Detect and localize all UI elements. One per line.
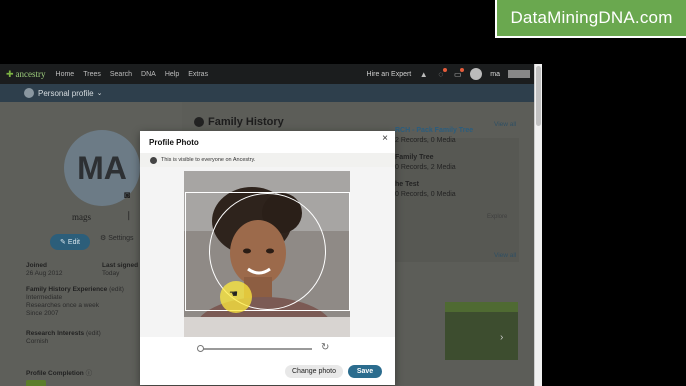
personal-profile-menu[interactable]: Personal profile: [38, 89, 94, 98]
joined-label: Joined: [26, 262, 47, 269]
family-history-heading: Family History: [194, 116, 284, 128]
edit-label: Edit: [67, 238, 80, 246]
family-history-view-all[interactable]: View all: [494, 121, 516, 128]
family-history-icon: [194, 117, 204, 127]
explore-link[interactable]: Explore: [487, 214, 507, 220]
page-scrollbar[interactable]: [534, 64, 542, 386]
top-nav: ✚ ancestry Home Trees Search DNA Help Ex…: [0, 64, 534, 84]
last-signed-label: Last signed: [102, 262, 139, 269]
profile-photo-image[interactable]: ☚: [184, 171, 350, 337]
hints-badge: [443, 67, 448, 72]
scrollbar-thumb[interactable]: [536, 66, 541, 126]
settings-button[interactable]: ⚙ Settings: [100, 234, 134, 242]
fhe-block: Family History Experience (edit) Interme…: [26, 286, 124, 318]
crop-stage: ☚: [140, 167, 395, 337]
nav-right: Hire an Expert ▲ ◌ ▭ ma: [367, 67, 530, 80]
photos-view-all[interactable]: View all: [494, 252, 516, 259]
profile-completion-label: Profile Completion: [26, 370, 84, 377]
logo-text: ancestry: [15, 69, 46, 79]
watermark: DataMiningDNA.com: [495, 0, 686, 38]
settings-label: Settings: [108, 235, 134, 242]
tree-2-name[interactable]: Family Tree: [395, 153, 434, 162]
gear-icon: ⚙: [100, 235, 107, 242]
change-photo-button[interactable]: Change photo: [285, 365, 343, 378]
camera-icon[interactable]: ◙: [124, 190, 130, 201]
zoom-row: ↻: [140, 337, 395, 359]
globe-icon: [150, 156, 157, 164]
pencil-icon: ✎: [60, 239, 66, 246]
fhe-frequency: Researches once a week: [26, 302, 99, 309]
messages-icon[interactable]: ▭: [453, 67, 465, 79]
tree-3-name[interactable]: he Test: [395, 180, 419, 189]
profile-photo-dialog: Profile Photo × This is visible to every…: [140, 131, 395, 385]
nav-search[interactable]: Search: [110, 71, 132, 78]
chevron-down-icon[interactable]: ⌄: [97, 89, 103, 97]
ri-edit-link[interactable]: (edit): [86, 330, 101, 337]
tree-1-name[interactable]: RCH - Pack Family Tree: [395, 126, 473, 135]
nav-help[interactable]: Help: [165, 71, 179, 78]
tree-2-stats: 0 Records, 2 Media: [395, 164, 456, 171]
username[interactable]: ma: [490, 71, 500, 78]
last-signed-block: Last signed Today: [102, 262, 138, 278]
nav-dna[interactable]: DNA: [141, 71, 156, 78]
zoom-slider[interactable]: [198, 348, 312, 350]
profile-icon: [24, 88, 34, 98]
messages-badge: [460, 67, 465, 72]
zoom-slider-handle[interactable]: [197, 345, 205, 352]
profile-completion: Profile Completion ⓘ: [26, 370, 92, 378]
visibility-notice: This is visible to everyone on Ancestry.: [140, 153, 395, 167]
research-interests-block: Research Interests (edit) Cornish: [26, 330, 101, 346]
nav-trees[interactable]: Trees: [83, 71, 101, 78]
research-interests-label: Research Interests: [26, 330, 85, 337]
hand-cursor-icon: ☚: [229, 289, 238, 300]
joined-block: Joined 26 Aug 2012: [26, 262, 63, 278]
visibility-text: This is visible to everyone on Ancestry.: [161, 157, 256, 163]
last-signed-value: Today: [102, 270, 120, 277]
thumbnail-4[interactable]: [445, 302, 518, 360]
hire-expert-link[interactable]: Hire an Expert: [367, 71, 412, 78]
save-button[interactable]: Save: [348, 365, 382, 378]
location-pin-icon: ❘: [125, 210, 133, 220]
info-icon[interactable]: ⓘ: [86, 370, 93, 377]
ancestry-logo[interactable]: ✚ ancestry: [6, 69, 46, 80]
avatar-initials: MA: [77, 149, 127, 186]
tree-3-stats: 0 Records, 0 Media: [395, 191, 456, 198]
fhe-level: Intermediate: [26, 294, 63, 301]
family-history-title: Family History: [208, 116, 284, 128]
nav-extras[interactable]: Extras: [188, 71, 208, 78]
joined-value: 26 Aug 2012: [26, 270, 63, 277]
fhe-label: Family History Experience: [26, 286, 108, 293]
profile-name: mags: [72, 212, 91, 222]
leaf-icon: ✚: [6, 68, 14, 79]
username-redacted: [508, 70, 530, 78]
hints-icon[interactable]: ◌: [436, 67, 448, 79]
tree-1-stats: 2 Records, 0 Media: [395, 137, 456, 144]
edit-button[interactable]: ✎ Edit: [50, 234, 90, 250]
nav-links: Home Trees Search DNA Help Extras: [56, 71, 209, 78]
bell-icon[interactable]: ▲: [419, 70, 428, 79]
dialog-title: Profile Photo: [149, 138, 199, 147]
research-interests-value: Cornish: [26, 338, 49, 345]
chevron-right-icon[interactable]: ›: [500, 332, 503, 343]
profile-subbar: Personal profile ⌄: [0, 84, 534, 102]
rotate-icon[interactable]: ↻: [321, 342, 329, 353]
user-avatar[interactable]: [470, 68, 483, 80]
fhe-since: Since 2007: [26, 310, 59, 317]
nav-home[interactable]: Home: [56, 71, 75, 78]
completion-indicator: [26, 380, 46, 386]
fhe-edit-link[interactable]: (edit): [109, 286, 124, 293]
close-icon[interactable]: ×: [379, 133, 391, 145]
